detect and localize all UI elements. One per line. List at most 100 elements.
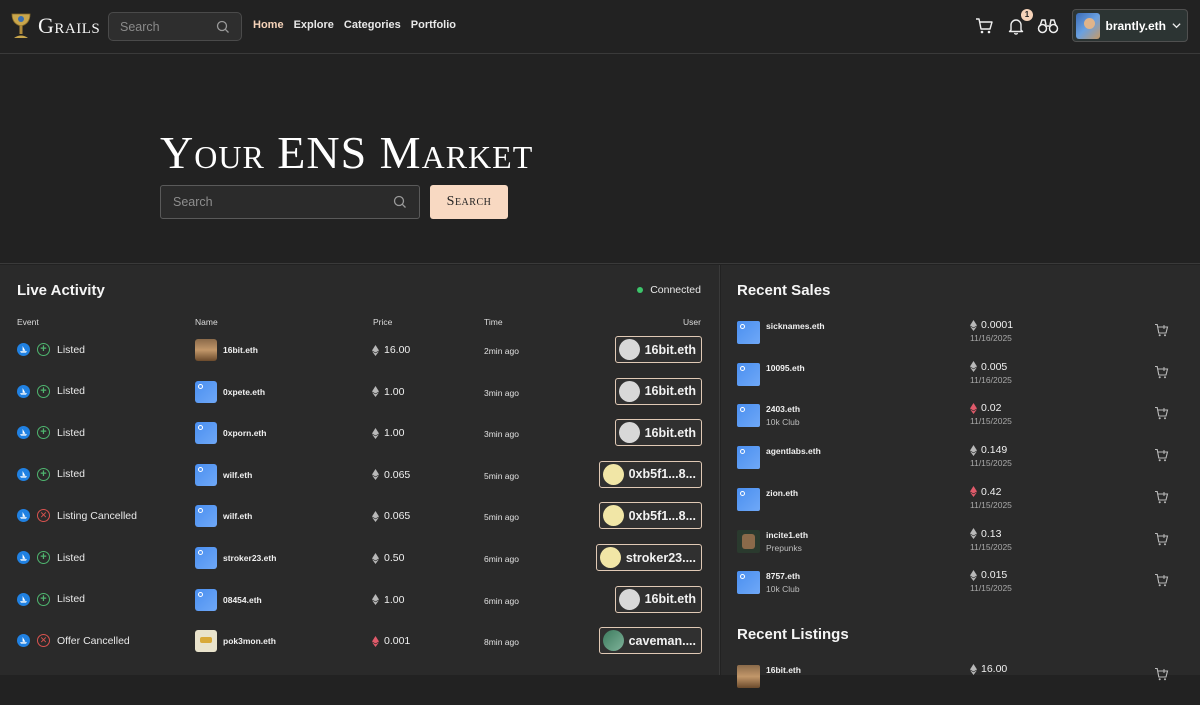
sale-name[interactable]: incite1.eth [766, 530, 808, 540]
price-cell: 0.065 [372, 510, 410, 522]
user-label: stroker23.... [625, 550, 696, 565]
list-item[interactable]: 10095.eth 0.005 11/16/2025 [737, 361, 1187, 403]
col-head-user: User [683, 317, 701, 327]
user-label: 16bit.eth [644, 592, 696, 607]
sale-name[interactable]: 16bit.eth [766, 665, 801, 675]
nav-link-portfolio[interactable]: Portfolio [411, 19, 456, 31]
list-item[interactable]: agentlabs.eth 0.149 11/15/2025 [737, 444, 1187, 486]
opensea-icon [17, 426, 30, 440]
nav-link-home[interactable]: Home [253, 19, 284, 31]
name-thumbnail [195, 547, 217, 569]
sale-price-label: 0.149 [981, 444, 1008, 457]
table-row[interactable]: ✕ Offer Cancelled pok3mon.eth 0.001 8min ago… [0, 621, 720, 662]
event-label: Listed [57, 426, 86, 439]
user-chip[interactable]: 16bit.eth [614, 419, 702, 447]
name-label: 08454.eth [223, 594, 262, 605]
name-cell[interactable]: 08454.eth [195, 588, 262, 611]
live-activity-title: Live Activity [17, 282, 105, 299]
name-cell[interactable]: wilf.eth [195, 505, 252, 528]
list-item[interactable]: 8757.eth 10k Club 0.015 11/15/2025 [737, 569, 1187, 611]
user-label: 0xb5f1...8... [628, 467, 696, 482]
cancelled-icon: ✕ [37, 634, 50, 648]
sale-name[interactable]: agentlabs.eth [766, 446, 821, 456]
name-cell[interactable]: 0xpete.eth [195, 380, 265, 403]
table-row[interactable]: + Listed 08454.eth 1.00 6min ago 16bit.eth [0, 580, 720, 621]
list-item[interactable]: 2403.eth 10k Club 0.02 11/15/2025 [737, 402, 1187, 444]
chevron-down-icon [1172, 23, 1181, 29]
nav-link-explore[interactable]: Explore [294, 19, 334, 31]
table-row[interactable]: + Listed 16bit.eth 16.00 2min ago 16bit.eth [0, 330, 720, 371]
sale-name[interactable]: zion.eth [766, 488, 798, 498]
price-label: 16.00 [384, 344, 411, 356]
table-row[interactable]: + Listed 0xpete.eth 1.00 3min ago 16bit.eth [0, 372, 720, 413]
user-chip[interactable]: stroker23.... [595, 544, 702, 571]
col-head-name: Name [195, 317, 218, 327]
event-label: Listed [57, 343, 86, 356]
hero-search-button[interactable]: Search [430, 185, 508, 219]
status-dot [637, 287, 644, 293]
user-label: 16bit.eth [644, 384, 696, 399]
nav-link-categories[interactable]: Categories [344, 19, 401, 31]
add-to-cart-button[interactable] [1154, 448, 1169, 467]
eth-icon [970, 569, 977, 581]
table-row[interactable]: + Listed stroker23.eth 0.50 6min ago stroker2… [0, 538, 720, 579]
user-chip[interactable]: 0xb5f1...8... [598, 460, 702, 488]
eth-icon [372, 635, 379, 647]
user-chip[interactable]: 16bit.eth [614, 585, 702, 613]
watchlist-button[interactable] [1036, 14, 1060, 38]
name-cell[interactable]: 16bit.eth [195, 339, 258, 361]
price-label: 0.065 [384, 510, 411, 523]
user-label: 16bit.eth [644, 425, 696, 440]
price-cell: 0.065 [372, 469, 410, 481]
price-label: 1.00 [384, 593, 405, 606]
opensea-icon [17, 509, 30, 523]
sale-name[interactable]: 10095.eth [766, 363, 805, 373]
hero-search-input[interactable] [161, 186, 419, 218]
search-icon[interactable] [393, 195, 407, 209]
sale-category: 10k Club [766, 417, 800, 428]
add-to-cart-button[interactable] [1154, 406, 1169, 425]
avatar [1076, 12, 1100, 39]
add-to-cart-button[interactable] [1154, 323, 1169, 342]
list-item[interactable]: incite1.eth Prepunks 0.13 11/15/2025 [737, 528, 1187, 570]
sale-date: 11/15/2025 [970, 583, 1012, 594]
table-row[interactable]: + Listed 0xporn.eth 1.00 3min ago 16bit.eth [0, 413, 720, 454]
sale-name[interactable]: 2403.eth [766, 404, 800, 414]
add-to-cart-button[interactable] [1154, 573, 1169, 592]
user-chip[interactable]: caveman.... [598, 627, 702, 655]
table-row[interactable]: ✕ Listing Cancelled wilf.eth 0.065 5min ago 0… [0, 496, 720, 537]
nav-links: Home Explore Categories Portfolio [253, 19, 456, 31]
add-to-cart-button[interactable] [1154, 667, 1169, 686]
user-label: 16bit.eth [644, 342, 696, 357]
user-chip[interactable]: 0xb5f1...8... [598, 502, 702, 530]
name-cell[interactable]: stroker23.eth [195, 547, 276, 569]
notifications-button[interactable]: 1 [1004, 8, 1033, 38]
listed-icon: + [37, 384, 50, 398]
table-row[interactable]: + Listed wilf.eth 0.065 5min ago 0xb5f1...8..… [0, 455, 720, 496]
user-chip[interactable]: 16bit.eth [614, 377, 702, 405]
list-item[interactable]: zion.eth 0.42 11/15/2025 [737, 486, 1187, 528]
sale-price: 0.42 [970, 486, 1001, 498]
sale-price: 0.02 [970, 402, 1001, 414]
col-head-event: Event [17, 317, 39, 327]
cart-button[interactable] [972, 14, 996, 38]
sale-name[interactable]: sicknames.eth [766, 321, 825, 331]
sale-price: 0.015 [970, 569, 1007, 581]
add-to-cart-button[interactable] [1154, 365, 1169, 384]
name-thumbnail [195, 505, 217, 528]
logo[interactable]: Grails [10, 11, 100, 41]
add-to-cart-button[interactable] [1154, 532, 1169, 551]
name-cell[interactable]: 0xporn.eth [195, 422, 266, 445]
price-cell: 1.00 [372, 386, 404, 398]
name-thumbnail [195, 588, 217, 611]
user-label: caveman.... [628, 633, 696, 648]
user-menu-button[interactable]: brantly.eth [1072, 9, 1188, 42]
list-item[interactable]: sicknames.eth 0.0001 11/16/2025 [737, 319, 1187, 361]
list-item[interactable]: 16bit.eth 16.00 [737, 663, 1187, 705]
user-chip[interactable]: 16bit.eth [614, 336, 702, 363]
add-to-cart-button[interactable] [1154, 490, 1169, 509]
search-icon[interactable] [216, 20, 230, 34]
name-cell[interactable]: pok3mon.eth [195, 630, 276, 653]
sale-name[interactable]: 8757.eth [766, 571, 800, 581]
name-cell[interactable]: wilf.eth [195, 463, 252, 486]
